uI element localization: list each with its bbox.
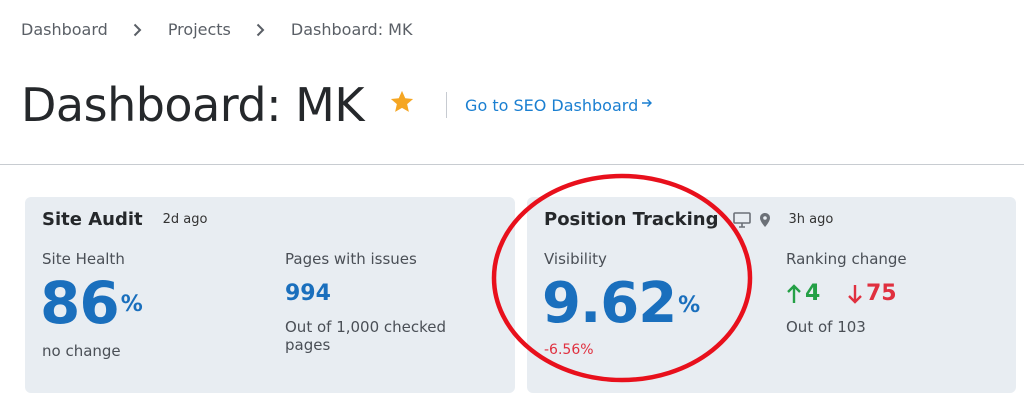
ranking-up-value: 4 xyxy=(805,281,821,306)
site-audit-header: Site Audit 2d ago xyxy=(42,209,207,230)
ranking-note: Out of 103 xyxy=(786,318,866,336)
visibility-label: Visibility xyxy=(544,250,607,268)
ranking-up[interactable]: 4 xyxy=(786,281,820,306)
arrow-right-icon xyxy=(641,97,653,113)
ranking-down[interactable]: 75 xyxy=(847,281,897,306)
desktop-icon xyxy=(732,211,751,228)
site-health-number: 86 xyxy=(40,269,120,337)
divider xyxy=(446,92,448,118)
arrow-up-icon xyxy=(787,283,801,303)
position-tracking-title[interactable]: Position Tracking xyxy=(544,209,719,230)
arrow-down-icon xyxy=(848,284,862,304)
breadcrumb-current: Dashboard: MK xyxy=(290,20,413,39)
seo-dashboard-link[interactable]: Go to SEO Dashboard xyxy=(465,96,653,115)
position-tracking-time: 3h ago xyxy=(788,212,834,227)
tracking-icons xyxy=(732,211,779,228)
site-audit-card[interactable]: Site Audit 2d ago Site Health 86% no cha… xyxy=(25,197,515,393)
site-health-note: no change xyxy=(42,342,121,360)
pages-issues-note: Out of 1,000 checked pages xyxy=(285,318,447,354)
ranking-change-label: Ranking change xyxy=(786,250,907,268)
breadcrumb-projects[interactable]: Projects xyxy=(168,20,231,39)
page-header: Dashboard: MK Go to SEO Dashboard xyxy=(21,78,653,132)
site-audit-title[interactable]: Site Audit xyxy=(42,209,143,230)
site-health-label: Site Health xyxy=(42,250,125,268)
chevron-right-icon xyxy=(133,23,143,37)
seo-dashboard-link-label: Go to SEO Dashboard xyxy=(465,95,639,115)
star-icon[interactable] xyxy=(388,88,416,116)
chevron-right-icon xyxy=(256,23,266,37)
visibility-unit: % xyxy=(678,293,701,318)
pages-issues-value[interactable]: 994 xyxy=(285,281,331,306)
position-tracking-card[interactable]: Position Tracking 3h ago Visibility 9.62… xyxy=(527,197,1016,393)
pages-issues-label: Pages with issues xyxy=(285,250,417,268)
breadcrumb: Dashboard Projects Dashboard: MK xyxy=(21,20,412,39)
visibility-change: -6.56% xyxy=(544,342,594,358)
header-divider xyxy=(0,164,1024,165)
site-health-value[interactable]: 86% xyxy=(40,271,143,335)
visibility-number: 9.62 xyxy=(542,271,677,336)
page-title: Dashboard: MK xyxy=(21,78,365,132)
position-tracking-header: Position Tracking 3h ago xyxy=(544,209,833,230)
site-audit-time: 2d ago xyxy=(162,212,208,227)
visibility-value[interactable]: 9.62% xyxy=(542,273,700,335)
ranking-down-value: 75 xyxy=(866,281,897,306)
location-pin-icon xyxy=(759,212,770,227)
breadcrumb-dashboard[interactable]: Dashboard xyxy=(21,20,108,39)
site-health-unit: % xyxy=(120,292,143,317)
